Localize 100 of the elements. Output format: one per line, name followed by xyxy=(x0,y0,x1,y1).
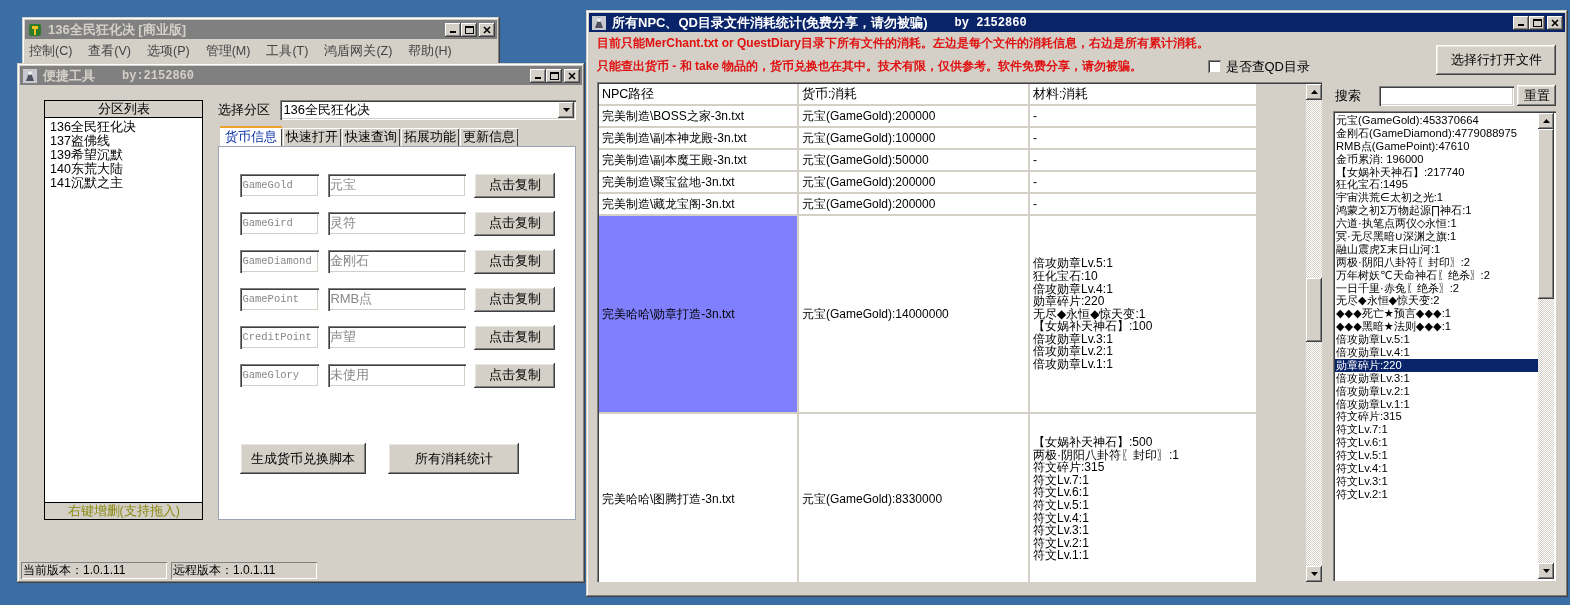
name-field[interactable]: 灵符 xyxy=(328,211,467,235)
list-item[interactable]: 倍攻勋章Lv.3:1 xyxy=(1335,371,1538,385)
material-line: 符文碎片:315 xyxy=(1033,461,1105,474)
maximize-button[interactable] xyxy=(461,22,477,37)
minimize-button[interactable] xyxy=(445,22,461,37)
list-item[interactable]: 136全民狂化决 xyxy=(45,120,203,134)
checkbox[interactable] xyxy=(1207,60,1221,73)
list-item[interactable]: 倍攻勋章Lv.5:1 xyxy=(1335,333,1538,347)
material-line: - xyxy=(1033,131,1037,145)
copy-button[interactable]: 点击复制 xyxy=(474,210,556,236)
code-field[interactable]: GameGold xyxy=(240,173,320,197)
scroll-up-button[interactable] xyxy=(1538,113,1554,129)
menu-item[interactable]: 鸿盾网关(Z) xyxy=(324,43,393,60)
column-header[interactable]: NPC路径 xyxy=(599,84,799,106)
list-item[interactable]: 符文Lv.5:1 xyxy=(1335,449,1538,463)
list-item[interactable]: 一日千里·赤兔〖绝杀〗:2 xyxy=(1335,281,1538,295)
close-button[interactable] xyxy=(1547,15,1563,30)
list-item[interactable]: 宇宙洪荒∈太初之光:1 xyxy=(1335,191,1538,205)
list-item[interactable]: 141沉默之主 xyxy=(45,176,203,190)
name-field[interactable]: RMB点 xyxy=(328,287,467,311)
material-line: 【女娲补天神石】:500 xyxy=(1033,436,1153,449)
list-item[interactable]: 勋章碎片:220 xyxy=(1335,358,1538,372)
list-item[interactable]: 融山震虎Σ末日山河:1 xyxy=(1335,242,1538,256)
list-item[interactable]: 倍攻勋章Lv.4:1 xyxy=(1335,346,1538,359)
scroll-up-button[interactable] xyxy=(1306,84,1322,100)
scroll-down-button[interactable] xyxy=(1306,566,1322,582)
list-item[interactable]: 137盗佛线 xyxy=(45,134,203,148)
code-field[interactable]: GameDiamond xyxy=(240,249,320,273)
list-item[interactable]: 两极·阴阳八卦符〖封印〗:2 xyxy=(1335,255,1538,269)
list-item[interactable]: 符文Lv.3:1 xyxy=(1335,474,1538,488)
copy-button[interactable]: 点击复制 xyxy=(474,248,556,274)
list-item[interactable]: ◆◆◆死亡★预言◆◆◆:1 xyxy=(1335,307,1538,321)
column-header[interactable]: 货币:消耗 xyxy=(799,84,1030,106)
list-item[interactable]: 万年树妖℃天命神石〖绝杀〗:2 xyxy=(1335,268,1538,282)
list-item[interactable]: 倍攻勋章Lv.2:1 xyxy=(1335,384,1538,398)
list-item[interactable]: 元宝(GameGold):453370664 xyxy=(1335,114,1538,127)
copy-button[interactable]: 点击复制 xyxy=(474,362,556,388)
scrollbar[interactable] xyxy=(1306,84,1322,582)
open-file-button[interactable]: 选择行打开文件 xyxy=(1436,45,1556,75)
table-cell: 完美哈哈\勋章打造-3n.txt xyxy=(599,216,799,414)
list-item[interactable]: 狂化宝石:1495 xyxy=(1335,178,1538,192)
copy-button[interactable]: 点击复制 xyxy=(474,324,556,350)
list-item[interactable]: 倍攻勋章Lv.1:1 xyxy=(1335,397,1538,411)
menu-item[interactable]: 工具(T) xyxy=(266,43,309,60)
reset-button[interactable]: 重置 xyxy=(1517,85,1556,106)
checkbox-label: 是否查QD目录 xyxy=(1225,57,1310,76)
close-button[interactable] xyxy=(479,22,495,37)
maximize-button[interactable] xyxy=(1529,15,1545,30)
list-item[interactable]: 符文Lv.6:1 xyxy=(1335,436,1538,450)
scroll-thumb[interactable] xyxy=(1306,278,1322,342)
list-item[interactable]: ◆◆◆黑暗★法则◆◆◆:1 xyxy=(1335,320,1538,334)
status-bar-field: 远程版本：1.0.1.11 xyxy=(171,562,317,579)
list-item[interactable]: 符文Lv.7:1 xyxy=(1335,423,1538,437)
minimize-button[interactable] xyxy=(1513,15,1529,30)
list-item[interactable]: 符文Lv.4:1 xyxy=(1335,462,1538,475)
tab[interactable]: 拓展功能 xyxy=(401,128,460,146)
code-field[interactable]: GameGlory xyxy=(240,363,320,387)
scroll-thumb[interactable] xyxy=(1538,129,1554,299)
copy-button[interactable]: 点击复制 xyxy=(474,286,556,312)
list-item[interactable]: 符文碎片:315 xyxy=(1335,410,1538,424)
list-item[interactable]: 140东荒大陆 xyxy=(45,162,203,176)
scrollbar[interactable] xyxy=(1538,113,1554,579)
tab[interactable]: 快速查询 xyxy=(342,128,401,146)
code-field[interactable]: GameGird xyxy=(240,211,320,235)
maximize-button[interactable] xyxy=(546,68,562,83)
scroll-down-button[interactable] xyxy=(1538,563,1554,579)
list-item[interactable]: 无尽◆永恒◆惊天变:2 xyxy=(1335,294,1538,308)
action-button[interactable]: 生成货币兑换脚本 xyxy=(240,443,367,474)
name-field[interactable]: 元宝 xyxy=(328,173,467,197)
menu-item[interactable]: 控制(C) xyxy=(29,43,73,60)
search-field[interactable] xyxy=(1378,85,1515,106)
copy-button[interactable]: 点击复制 xyxy=(474,172,556,198)
column-header[interactable]: 材料:消耗 xyxy=(1030,84,1258,106)
name-field[interactable]: 声望 xyxy=(328,325,467,349)
menu-item[interactable]: 帮助(H) xyxy=(408,43,452,60)
close-button[interactable] xyxy=(564,68,580,83)
notice-text: 目前只能MerChant.txt or QuestDiary目录下所有文件的消耗。左边是每个文件的消耗信息，右边是所有累计消耗。 xyxy=(597,35,1211,52)
list-item[interactable]: 符文Lv.2:1 xyxy=(1335,487,1538,501)
list-item[interactable]: 冥·无尽黑暗∪深渊之旗:1 xyxy=(1335,230,1538,243)
list-item[interactable]: 金币累消: 196000 xyxy=(1335,152,1538,166)
code-field[interactable]: GamePoint xyxy=(240,287,320,311)
list-item[interactable]: 六道·执笔点两仪◇永恒:1 xyxy=(1335,217,1538,230)
menu-item[interactable]: 选项(P) xyxy=(147,43,190,60)
tab[interactable]: 快速打开 xyxy=(283,128,342,146)
name-field[interactable]: 金刚石 xyxy=(328,249,467,273)
code-field[interactable]: CreditPoint xyxy=(240,325,320,349)
partition-dropdown[interactable]: 136全民狂化决 xyxy=(280,100,576,120)
list-item[interactable]: RMB点(GamePoint):47610 xyxy=(1335,139,1538,153)
name-field[interactable]: 未使用 xyxy=(328,363,467,387)
list-item[interactable]: 鸿蒙之初Σ万物起源∏神石:1 xyxy=(1335,204,1538,218)
material-line: 符文Lv.6:1 xyxy=(1033,486,1089,499)
list-item[interactable]: 【女娲补天神石】:217740 xyxy=(1335,165,1538,179)
list-item[interactable]: 金刚石(GameDiamond):4779088975 xyxy=(1335,126,1538,140)
minimize-button[interactable] xyxy=(530,68,546,83)
tab[interactable]: 货币信息 xyxy=(220,126,283,146)
list-item[interactable]: 139希望沉默 xyxy=(45,148,203,162)
action-button[interactable]: 所有消耗统计 xyxy=(388,443,520,474)
menu-item[interactable]: 管理(M) xyxy=(205,43,251,60)
tab[interactable]: 更新信息 xyxy=(460,128,519,146)
menu-item[interactable]: 查看(V) xyxy=(88,43,132,60)
